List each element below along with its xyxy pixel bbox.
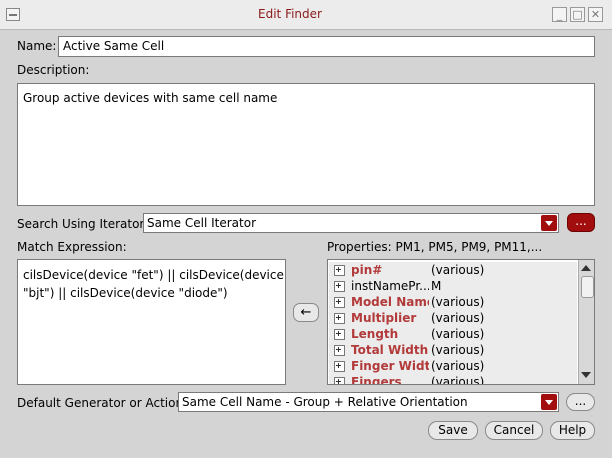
property-name: Fingers [351,375,402,385]
title-bar: Edit Finder _ □ ✕ [0,0,612,30]
iterator-value: Same Cell Iterator [147,216,256,230]
name-field[interactable]: Active Same Cell [58,36,595,57]
match-expression-line-1: cilsDevice(device "fet") || cilsDevice(d… [23,268,284,282]
help-button[interactable]: Help [550,421,595,440]
iterator-more-button[interactable]: ... [567,213,595,232]
description-value: Group active devices with same cell name [23,91,278,105]
properties-scrollbar[interactable] [578,260,594,384]
cancel-button[interactable]: Cancel [485,421,543,440]
expand-icon[interactable] [334,377,345,384]
maximize-icon[interactable]: □ [570,7,585,22]
chevron-down-icon [541,215,557,231]
scroll-down-icon[interactable] [581,372,591,378]
property-value: M [431,279,442,293]
description-field[interactable]: Group active devices with same cell name [17,83,595,206]
iterator-label: Search Using Iterator: [17,217,149,231]
property-name: Total Width [351,343,429,357]
save-button[interactable]: Save [428,421,478,440]
property-name: pin# [351,263,383,277]
match-expression-label: Match Expression: [17,240,127,254]
scroll-up-icon[interactable] [581,265,591,271]
minimize-icon[interactable]: _ [552,7,567,22]
property-row[interactable]: Finger Width (various) [329,358,577,375]
close-icon[interactable]: ✕ [588,7,603,22]
property-row[interactable]: Total Width (various) [329,342,577,359]
scroll-thumb[interactable] [581,276,594,298]
property-row[interactable]: pin# (various) [329,262,577,279]
expand-icon[interactable] [334,265,345,276]
window-title: Edit Finder [258,7,322,21]
property-value: (various) [431,359,485,373]
generator-label: Default Generator or Action: [17,396,188,410]
property-name: Multiplier [351,311,417,325]
expand-icon[interactable] [334,345,345,356]
chevron-down-icon [541,394,557,410]
property-row[interactable]: instNamePr... M [329,278,577,295]
property-value: (various) [431,311,485,325]
arrow-left-icon: ← [300,305,312,320]
expand-icon[interactable] [334,297,345,308]
name-label: Name: [17,39,57,53]
property-name: Length [351,327,399,341]
property-value: (various) [431,343,485,357]
insert-property-button[interactable]: ← [293,303,319,322]
property-name: Finger Width [351,359,429,373]
iterator-select[interactable]: Same Cell Iterator [143,213,559,233]
expand-icon[interactable] [334,281,345,292]
match-expression-line-2: "bjt") || cilsDevice(device "diode") [23,286,228,300]
property-value: (various) [431,263,485,277]
generator-select[interactable]: Same Cell Name - Group + Relative Orient… [178,392,559,412]
generator-more-button[interactable]: ... [566,393,595,411]
property-row[interactable]: Length (various) [329,326,577,343]
generator-value: Same Cell Name - Group + Relative Orient… [182,395,468,409]
property-value: (various) [431,375,485,385]
property-row[interactable]: Multiplier (various) [329,310,577,327]
match-expression-field[interactable]: cilsDevice(device "fet") || cilsDevice(d… [17,259,286,385]
expand-icon[interactable] [334,361,345,372]
name-value: Active Same Cell [63,39,165,53]
property-row[interactable]: Model Name (various) [329,294,577,311]
expand-icon[interactable] [334,329,345,340]
property-row[interactable]: Fingers (various) [329,374,577,385]
expand-icon[interactable] [334,313,345,324]
property-value: (various) [431,295,485,309]
properties-label: Properties: PM1, PM5, PM9, PM11,... [327,240,543,254]
description-label: Description: [17,63,90,77]
properties-table[interactable]: pin# (various) instNamePr... M Model Nam… [327,259,595,385]
property-name: Model Name [351,295,429,309]
property-value: (various) [431,327,485,341]
property-name: instNamePr... [351,279,429,293]
